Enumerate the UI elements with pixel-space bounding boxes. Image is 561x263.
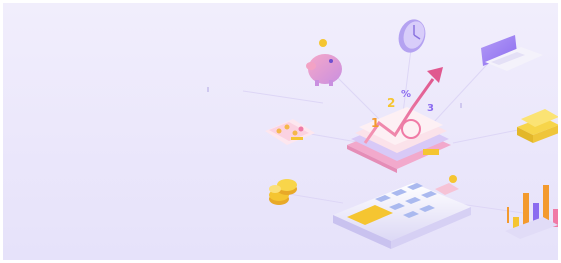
calculator-icon — [333, 183, 471, 249]
finance-illustration: 1 2 % 3 — [207, 19, 558, 249]
credit-card-icon — [481, 35, 543, 71]
piggy-bank-icon — [306, 39, 342, 86]
documents-icon — [347, 107, 451, 173]
illustration-canvas: 1 2 % 3 — [3, 3, 558, 260]
svg-text:2: 2 — [387, 96, 395, 110]
tag-icon — [435, 175, 459, 195]
clock-icon — [398, 19, 426, 53]
small-dot — [460, 103, 462, 108]
money-stack-icon — [517, 109, 558, 143]
receipt-icon — [265, 119, 315, 145]
svg-text:%: % — [401, 89, 411, 100]
svg-text:3: 3 — [427, 103, 434, 114]
small-dot — [207, 87, 209, 92]
coins-icon — [269, 179, 297, 205]
svg-text:1: 1 — [371, 116, 379, 130]
